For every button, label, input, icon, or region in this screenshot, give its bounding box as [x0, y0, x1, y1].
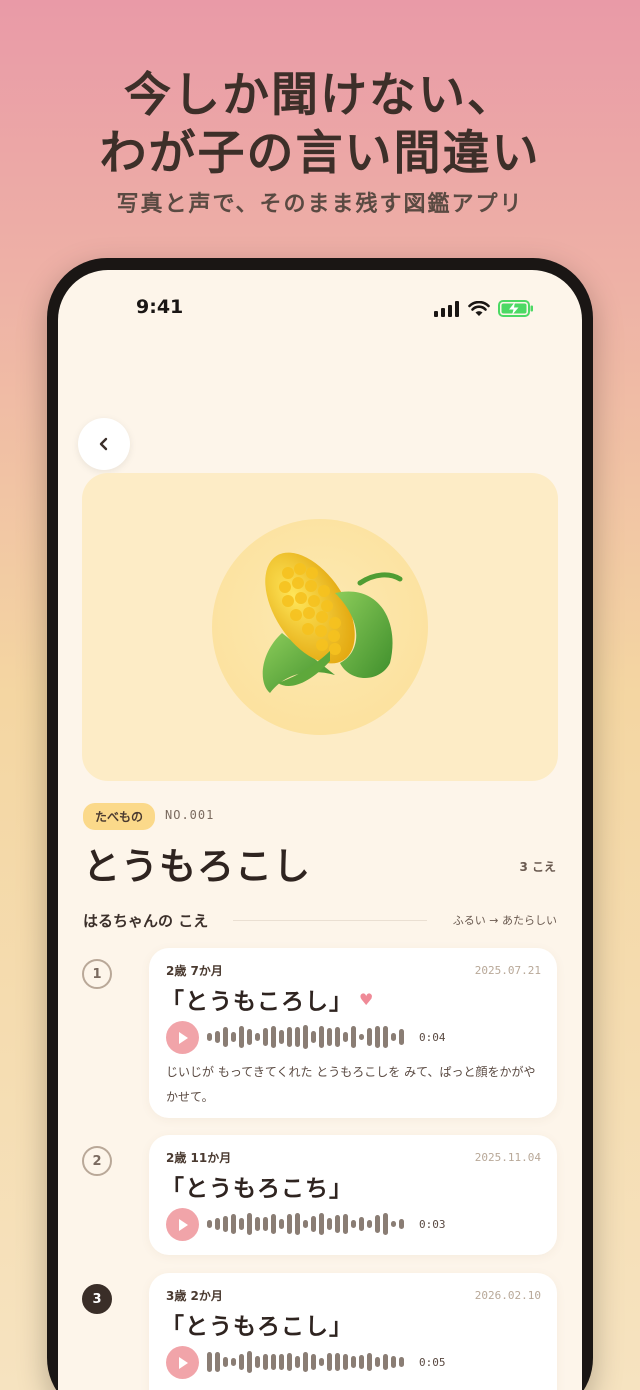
heart-icon[interactable]: ♥	[359, 990, 374, 1009]
word-image-card	[82, 473, 558, 781]
voice-entry-card[interactable]: 2歳 7か月 2025.07.21 「とうもころし」 ♥ 0:04 じいじが も…	[149, 948, 557, 1118]
entry-age: 2歳 7か月	[166, 964, 223, 978]
section-title: はるちゃんの こえ	[83, 912, 209, 930]
word-title: とうもろこし	[83, 845, 311, 888]
play-button[interactable]	[166, 1208, 199, 1241]
play-icon	[178, 1356, 188, 1369]
entry-index-badge: 1	[82, 959, 112, 989]
entry-date: 2025.07.21	[474, 964, 541, 977]
audio-duration: 0:05	[419, 1356, 446, 1369]
audio-waveform[interactable]	[207, 1211, 404, 1237]
voices-section-header: はるちゃんの こえ ふるい → あたらしい	[83, 910, 557, 932]
category-tag: たべもの	[83, 803, 156, 830]
entry-date: 2025.11.04	[474, 1151, 541, 1164]
headline-line-1: 今しか聞けない、	[124, 68, 516, 123]
app-screen: 9:41 たべもの NO.001 とうもろこし 3 こえ はるちゃんの こえ ふ…	[58, 270, 582, 1390]
entry-index-badge: 2	[82, 1146, 112, 1176]
entry-word: 「とうもろこち」	[161, 1176, 353, 1202]
corn-icon	[262, 552, 403, 693]
play-icon	[178, 1031, 188, 1044]
headline-line-2: わが子の言い間違い	[99, 126, 541, 181]
status-bar: 9:41	[58, 296, 582, 322]
voice-entry-card[interactable]: 2歳 11か月 2025.11.04 「とうもろこち」 0:03	[149, 1135, 557, 1255]
entry-word: 「とうもろこし」	[161, 1314, 353, 1340]
audio-duration: 0:04	[419, 1031, 446, 1044]
entry-word: 「とうもころし」	[161, 989, 353, 1015]
sort-order-label: ふるい → あたらしい	[452, 914, 557, 927]
phone-frame: 9:41 たべもの NO.001 とうもろこし 3 こえ はるちゃんの こえ ふ…	[47, 258, 593, 1390]
voice-count: 3 こえ	[519, 860, 556, 874]
entry-note: じいじが もってきてくれた とうもろこしを みて、ぱっと顔をかがやかせて。	[166, 1065, 536, 1104]
entry-index-badge: 3	[82, 1284, 112, 1314]
battery-charging-icon	[498, 300, 533, 317]
audio-waveform[interactable]	[207, 1349, 404, 1375]
play-button[interactable]	[166, 1346, 199, 1379]
entry-age: 3歳 2か月	[166, 1289, 223, 1303]
entry-date: 2026.02.10	[474, 1289, 541, 1302]
word-number: NO.001	[165, 808, 215, 822]
entry-age: 2歳 11か月	[166, 1151, 232, 1165]
subheadline: 写真と声で、そのまま残す図鑑アプリ	[116, 192, 524, 217]
play-icon	[178, 1218, 188, 1231]
wifi-icon	[468, 300, 490, 316]
status-time: 9:41	[136, 296, 184, 318]
signal-icon	[434, 300, 459, 317]
divider	[233, 920, 427, 921]
audio-waveform[interactable]	[207, 1024, 404, 1050]
voice-entry-card[interactable]: 3歳 2か月 2026.02.10 「とうもろこし」 0:05	[149, 1273, 557, 1390]
audio-duration: 0:03	[419, 1218, 446, 1231]
back-button[interactable]	[78, 418, 130, 470]
chevron-left-icon	[99, 437, 108, 451]
play-button[interactable]	[166, 1021, 199, 1054]
